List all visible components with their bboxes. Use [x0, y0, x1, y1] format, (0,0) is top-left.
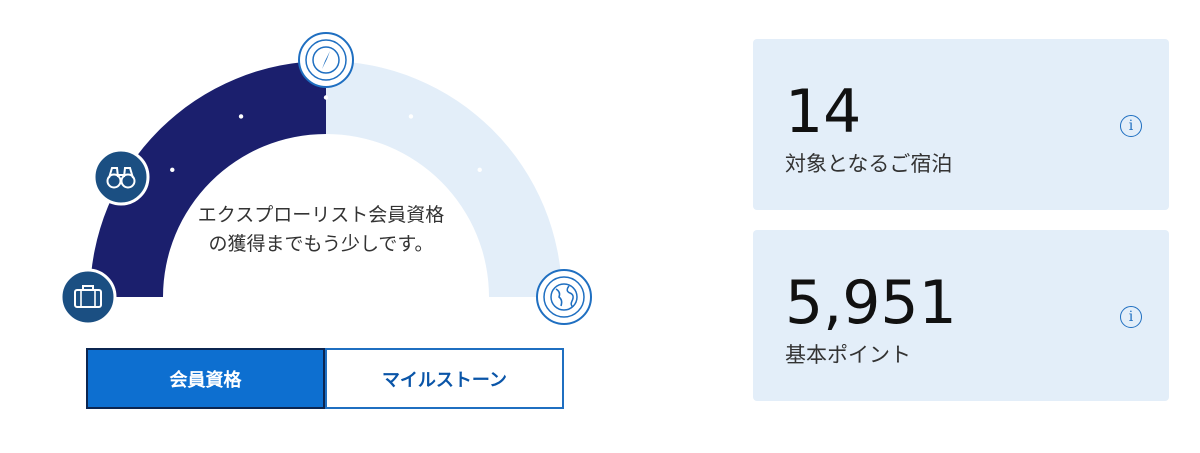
membership-tab-button[interactable]: 会員資格	[86, 348, 325, 409]
gauge-tick-dot	[477, 167, 482, 173]
binoculars-icon	[92, 148, 150, 206]
gauge-tick-dot	[408, 114, 414, 119]
eligible-nights-label: 対象となるご宿泊	[785, 152, 953, 176]
gauge-tick-dot	[170, 167, 175, 173]
base-points-label: 基本ポイント	[785, 343, 911, 367]
compass-icon	[298, 32, 354, 88]
base-points-value: 5,951	[785, 268, 957, 338]
milestones-tab-button[interactable]: マイルストーン	[325, 348, 564, 409]
info-icon[interactable]: i	[1120, 115, 1142, 137]
globe-icon	[536, 269, 592, 325]
gauge-tick-dot	[238, 114, 244, 119]
info-icon[interactable]: i	[1120, 306, 1142, 328]
view-toggle: 会員資格 マイルストーン	[86, 348, 564, 409]
briefcase-icon	[59, 268, 117, 326]
eligible-nights-card: 14 対象となるご宿泊 i	[753, 39, 1169, 210]
gauge-tick-dot	[323, 95, 329, 100]
base-points-card: 5,951 基本ポイント i	[753, 230, 1169, 401]
gauge-message: エクスプローリスト会員資格の獲得までもう少しです。	[197, 204, 445, 255]
eligible-nights-value: 14	[785, 77, 862, 147]
